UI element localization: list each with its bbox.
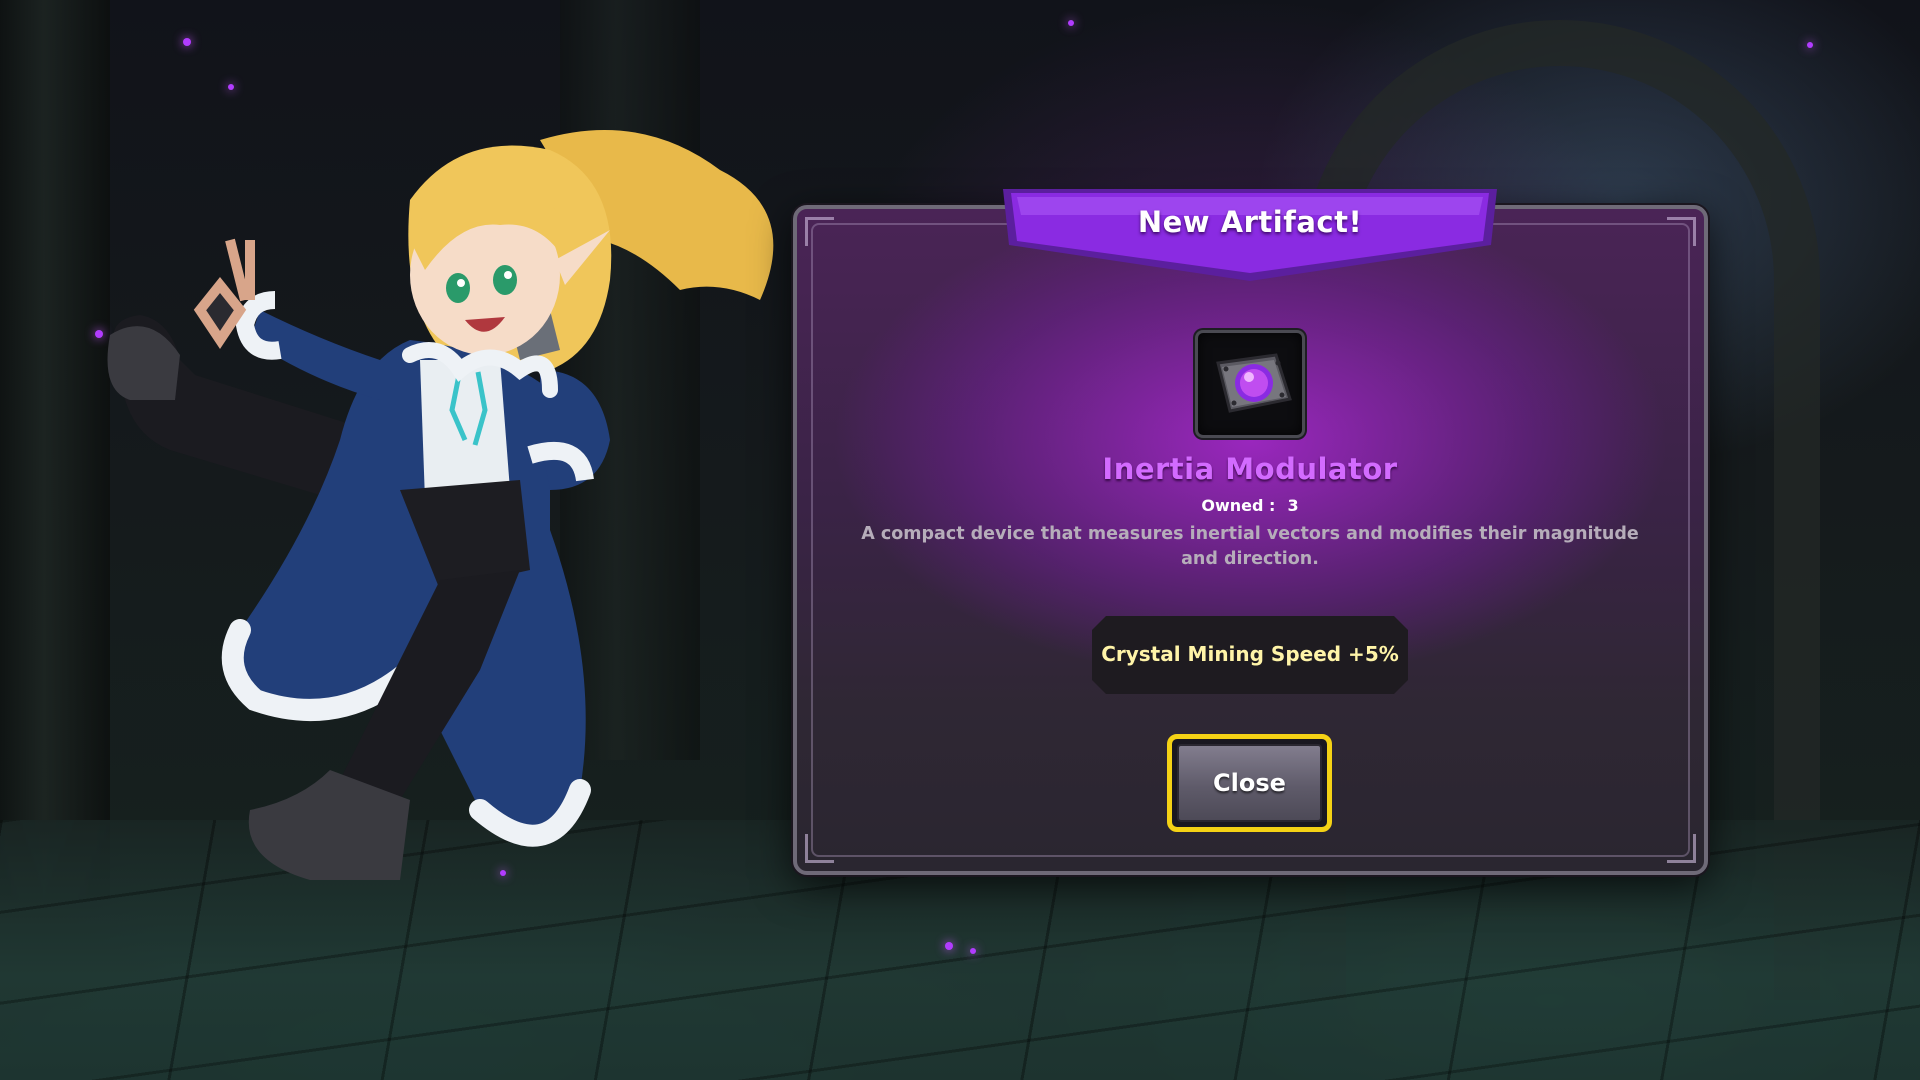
title-banner: New Artifact! (1003, 185, 1497, 285)
artifact-icon-frame (1195, 330, 1305, 438)
dialog-title: New Artifact! (1137, 205, 1363, 239)
owned-count: 3 (1287, 496, 1299, 515)
elf-girl-character-illustration (107, 130, 774, 880)
stat-bonus-box: Crystal Mining Speed +5% (1092, 616, 1408, 694)
close-button-label: Close (1213, 769, 1286, 797)
magic-particle (228, 84, 234, 90)
ornament-corner (1667, 834, 1696, 863)
magic-particle (1807, 42, 1813, 48)
close-button-face[interactable]: Close (1177, 744, 1322, 822)
purple-gem-icon (1216, 353, 1292, 413)
artifact-name: Inertia Modulator (1102, 452, 1398, 486)
close-button[interactable]: Close (1167, 734, 1332, 832)
ornament-corner (805, 217, 834, 246)
owned-count-row: Owned : 3 (800, 496, 1700, 515)
magic-particle (1068, 20, 1074, 26)
magic-particle (970, 948, 976, 954)
ornament-corner (805, 834, 834, 863)
magic-particle (945, 942, 953, 950)
magic-particle (183, 38, 191, 46)
owned-label: Owned : (1201, 496, 1276, 515)
stat-bonus-text: Crystal Mining Speed +5% (1101, 642, 1399, 666)
ornament-corner (1667, 217, 1696, 246)
artifact-description: A compact device that measures inertial … (861, 524, 1639, 569)
